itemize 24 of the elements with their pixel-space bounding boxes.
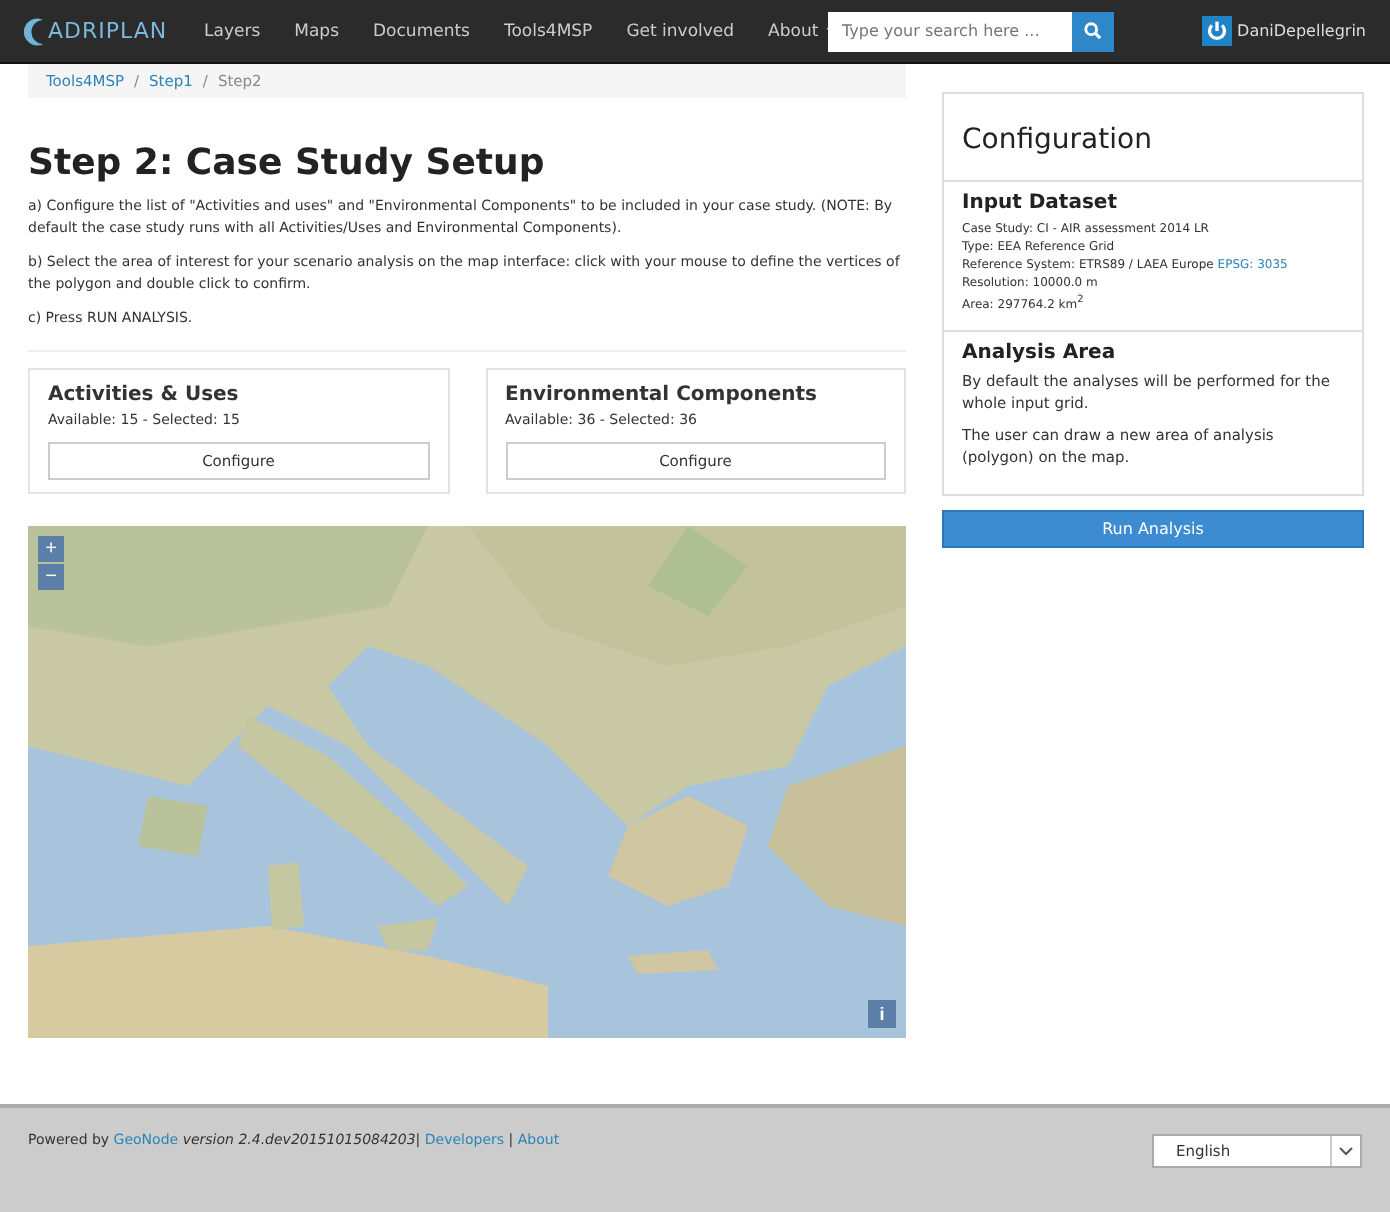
nav-link[interactable]: Maps bbox=[294, 21, 340, 41]
section-title: Analysis Area bbox=[962, 342, 1118, 364]
run-analysis-button[interactable]: Run Analysis bbox=[942, 510, 1364, 548]
nav-link[interactable]: Layers bbox=[204, 21, 261, 41]
panel-title: Configuration bbox=[962, 124, 1154, 156]
chevron-down-icon bbox=[1338, 1146, 1354, 1156]
info-button[interactable]: i bbox=[868, 1000, 896, 1028]
nav-link[interactable]: Documents bbox=[373, 21, 470, 41]
card-title: Activities & Uses bbox=[48, 384, 241, 406]
zoom-out-button[interactable]: − bbox=[38, 564, 64, 590]
card-title: Environmental Components bbox=[505, 384, 819, 406]
logo-text[interactable]: ADRIPLAN bbox=[48, 18, 168, 44]
crescent-logo-icon bbox=[24, 15, 48, 47]
nav-link[interactable]: Tools4MSP bbox=[503, 21, 593, 41]
zoom-in-button[interactable]: + bbox=[38, 536, 64, 562]
search-field[interactable]: Type your search here ... bbox=[828, 11, 1072, 51]
nav-link[interactable]: Get involved bbox=[626, 21, 735, 41]
section-title: Input Dataset bbox=[962, 192, 1119, 214]
search-button[interactable] bbox=[1072, 11, 1114, 51]
map-view[interactable]: + − i bbox=[28, 526, 906, 1038]
user-name[interactable]: DaniDepellegrin bbox=[1237, 22, 1366, 40]
power-icon[interactable] bbox=[1201, 16, 1232, 46]
page-title: Step 2: Case Study Setup bbox=[28, 142, 547, 184]
search-icon bbox=[1084, 22, 1102, 40]
